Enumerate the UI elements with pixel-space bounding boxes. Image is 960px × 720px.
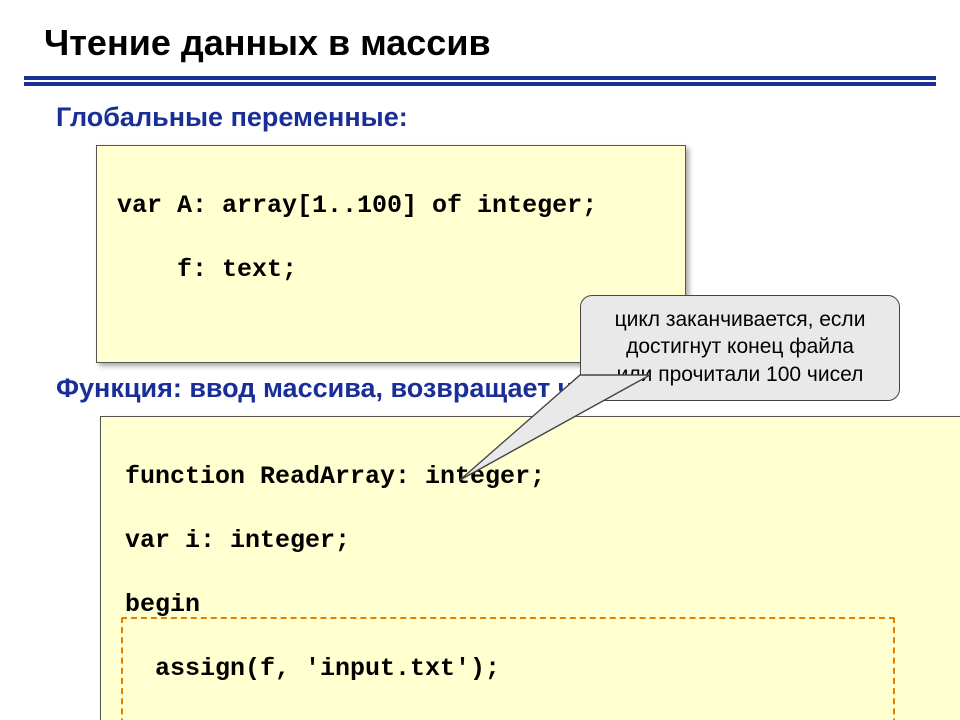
callout-pointer-icon: [510, 365, 730, 525]
code-line: var A: array[1..100] of integer;: [117, 190, 667, 222]
section-globals-label: Глобальные переменные:: [56, 102, 960, 133]
callout-line: достигнут конец файла: [593, 333, 887, 360]
callout-line: цикл заканчивается, если: [593, 306, 887, 333]
code-line: f: text;: [117, 254, 667, 286]
highlight-while-block: [121, 617, 895, 720]
code-line: var i: integer;: [125, 525, 945, 557]
title-underline: [24, 76, 936, 80]
slide-container: Чтение данных в массив Глобальные переме…: [0, 0, 960, 720]
slide-title: Чтение данных в массив: [0, 22, 960, 70]
callout-loop-end: цикл заканчивается, если достигнут конец…: [580, 295, 900, 401]
